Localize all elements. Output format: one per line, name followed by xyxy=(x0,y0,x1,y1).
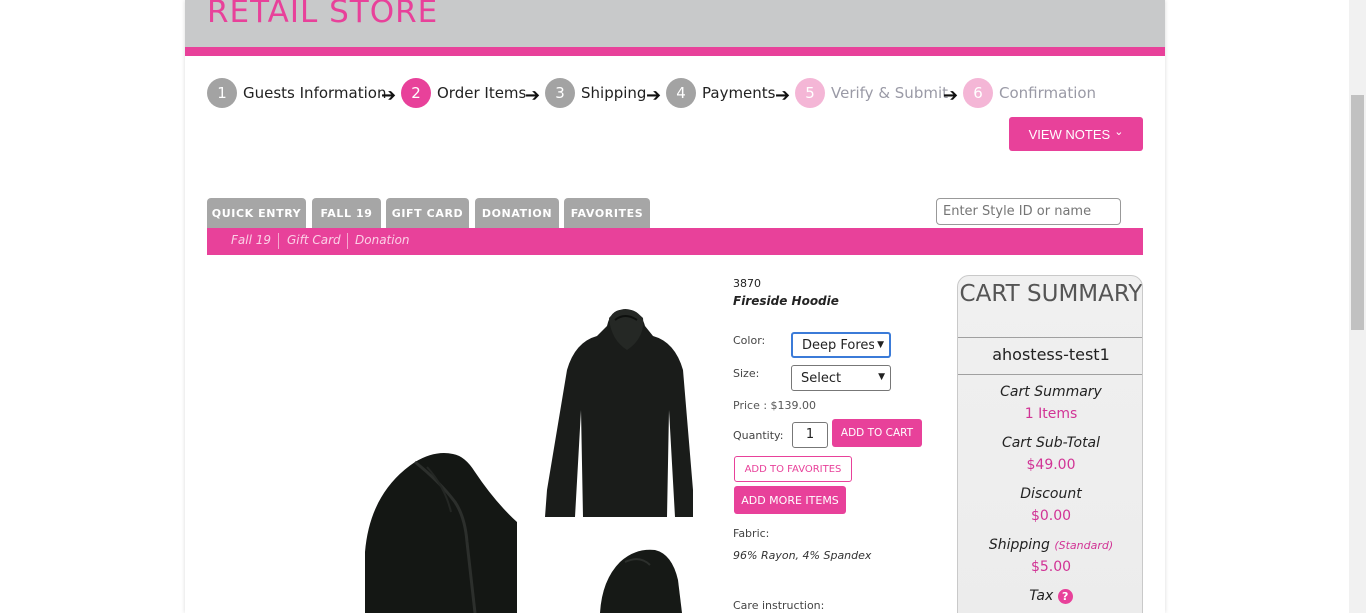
shipping-value: $5.00 xyxy=(1030,559,1072,575)
divider xyxy=(958,337,1142,338)
view-notes-label: VIEW NOTES xyxy=(1028,126,1111,142)
discount-value: $0.00 xyxy=(1030,508,1072,524)
chevron-down-icon: ⌄ xyxy=(1114,125,1124,138)
step-number: 4 xyxy=(666,78,696,108)
product-style-id: 3870 xyxy=(733,277,761,290)
product-zoom-image[interactable] xyxy=(345,442,517,613)
cart-subtotal-label: Cart Sub-Total xyxy=(1001,435,1101,451)
step-order-items[interactable]: 2 Order Items xyxy=(401,78,526,108)
step-label: Order Items xyxy=(437,84,527,102)
cart-summary-label: Cart Summary xyxy=(1000,384,1102,400)
step-confirmation[interactable]: 6 Confirmation xyxy=(963,78,1096,108)
step-verify-submit[interactable]: 5 Verify & Submit xyxy=(795,78,948,108)
help-icon[interactable]: ? xyxy=(1057,588,1073,604)
step-number: 5 xyxy=(795,78,825,108)
divider xyxy=(958,374,1142,375)
product-price: Price : $139.00 xyxy=(733,399,817,412)
step-payments[interactable]: 4 Payments xyxy=(666,78,775,108)
size-label: Size: xyxy=(733,367,760,380)
step-arrow-icon: ➔ xyxy=(646,85,662,106)
sub-link-gift-card[interactable]: Gift Card xyxy=(287,233,341,247)
cart-subtotal-value: $49.00 xyxy=(1026,457,1076,473)
shipping-method-note: (Standard) xyxy=(1054,539,1114,552)
step-label: Shipping xyxy=(581,84,647,102)
step-guests-information[interactable]: 1 Guests Information xyxy=(207,78,386,108)
tab-fall-19[interactable]: FALL 19 xyxy=(312,198,381,228)
tab-favorites[interactable]: FAVORITES xyxy=(564,198,650,228)
step-label: Verify & Submit xyxy=(831,84,948,102)
product-thumbnail-back[interactable] xyxy=(545,290,705,517)
add-more-items-button[interactable]: ADD MORE ITEMS xyxy=(734,486,846,514)
hoodie-zoom-image xyxy=(365,453,517,613)
tab-quick-entry[interactable]: QUICK ENTRY xyxy=(207,198,306,228)
shipping-label: Shipping xyxy=(988,537,1050,553)
step-arrow-icon: ➔ xyxy=(775,85,791,106)
step-number: 3 xyxy=(545,78,575,108)
step-label: Guests Information xyxy=(243,84,387,102)
store-title: RETAIL STORE xyxy=(207,0,439,30)
tax-label-row: Tax ? xyxy=(958,588,1142,604)
header: RETAIL STORE xyxy=(185,0,1165,47)
step-number: 6 xyxy=(963,78,993,108)
tab-gift-card[interactable]: GIFT CARD xyxy=(386,198,469,228)
scrollbar-thumb[interactable] xyxy=(1351,95,1364,330)
fabric-value: 96% Rayon, 4% Spandex xyxy=(733,549,872,562)
color-select[interactable]: Deep Fores ▼ xyxy=(791,332,891,358)
sub-link-divider xyxy=(347,233,348,249)
quantity-input[interactable]: 1 xyxy=(792,422,828,448)
sub-link-divider xyxy=(278,233,279,249)
cart-user: ahostess-test1 xyxy=(992,345,1110,364)
add-to-favorites-button[interactable]: ADD TO FAVORITES xyxy=(734,456,852,482)
add-to-cart-button[interactable]: ADD TO CART xyxy=(832,419,922,447)
step-arrow-icon: ➔ xyxy=(943,85,959,106)
tax-label: Tax xyxy=(1029,588,1054,604)
product-thumbnail-side[interactable] xyxy=(580,540,690,613)
sub-link-donation[interactable]: Donation xyxy=(355,233,410,247)
cart-summary-title: CART SUMMARY xyxy=(959,281,1143,307)
sub-link-fall-19[interactable]: Fall 19 xyxy=(231,233,271,247)
discount-label: Discount xyxy=(1020,486,1082,502)
quantity-label: Quantity: xyxy=(733,429,784,442)
color-select-value: Deep Fores xyxy=(802,337,874,353)
step-number: 2 xyxy=(401,78,431,108)
shipping-label-row: Shipping (Standard) xyxy=(958,537,1142,553)
step-number: 1 xyxy=(207,78,237,108)
hoodie-back-image xyxy=(545,309,693,517)
care-instruction-label: Care instruction: xyxy=(733,599,825,612)
size-select-value: Select xyxy=(801,370,842,386)
tab-donation[interactable]: DONATION xyxy=(475,198,559,228)
size-select[interactable]: Select ▼ xyxy=(791,365,891,391)
step-label: Confirmation xyxy=(999,84,1097,102)
fabric-label: Fabric: xyxy=(733,527,770,540)
step-arrow-icon: ➔ xyxy=(525,85,541,106)
cart-summary-panel: CART SUMMARY ahostess-test1 Cart Summary… xyxy=(957,275,1143,613)
select-caret-icon: ▼ xyxy=(878,372,885,382)
step-arrow-icon: ➔ xyxy=(381,85,397,106)
cart-items-count: 1 Items xyxy=(1024,406,1078,422)
product-name: Fireside Hoodie xyxy=(733,294,839,308)
step-shipping[interactable]: 3 Shipping xyxy=(545,78,646,108)
color-label: Color: xyxy=(733,334,766,347)
step-label: Payments xyxy=(702,84,776,102)
hoodie-side-image xyxy=(600,549,682,613)
view-notes-button[interactable]: VIEW NOTES ⌄ xyxy=(1009,117,1143,151)
style-search-input[interactable] xyxy=(936,198,1121,225)
page-container: RETAIL STORE 1 Guests Information ➔ 2 Or… xyxy=(185,0,1165,613)
header-accent-bar xyxy=(185,47,1165,56)
select-caret-icon: ▼ xyxy=(877,340,884,350)
